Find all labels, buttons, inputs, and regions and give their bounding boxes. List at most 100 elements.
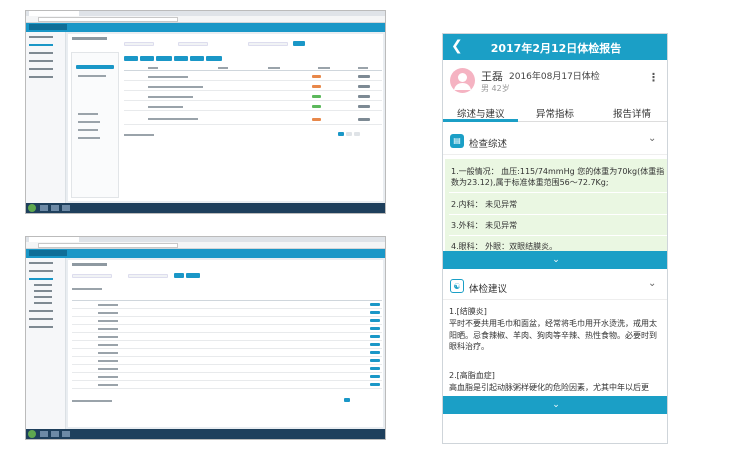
row-action-button[interactable] (370, 335, 380, 338)
sidebar-item[interactable] (29, 36, 53, 38)
row-action-button[interactable] (370, 383, 380, 386)
table-header-cell (268, 67, 280, 69)
taskbar-app-icon[interactable] (51, 431, 59, 437)
table-cell (148, 106, 183, 108)
row-action-button[interactable] (370, 319, 380, 322)
expand-advice-button[interactable]: ⌄ (443, 396, 667, 414)
chevron-down-icon: ⌄ (552, 400, 560, 410)
row-action-button[interactable] (358, 105, 370, 108)
url-input[interactable] (38, 243, 178, 248)
taskbar-app-icon[interactable] (62, 431, 70, 437)
table-row (124, 90, 382, 91)
filter-input[interactable] (128, 274, 168, 278)
pagination-page[interactable] (338, 132, 344, 136)
sidebar-item[interactable] (29, 270, 53, 272)
url-input[interactable] (38, 17, 178, 22)
status-badge (312, 95, 321, 98)
row-action-button[interactable] (370, 375, 380, 378)
toolbar-button[interactable] (206, 56, 222, 61)
chevron-down-icon[interactable]: ⌄ (648, 278, 656, 289)
taskbar-app-icon[interactable] (40, 431, 48, 437)
row-action-button[interactable] (370, 303, 380, 306)
tree-item[interactable] (78, 137, 100, 139)
taskbar (26, 429, 385, 439)
advice-section-header[interactable]: ☯ 体检建议 ⌄ (443, 274, 667, 300)
filter-input[interactable] (72, 274, 112, 278)
desktop-screenshot-exam-records (25, 10, 386, 214)
tree-item[interactable] (78, 129, 98, 131)
row-action-button[interactable] (370, 327, 380, 330)
table-header-cell (218, 67, 228, 69)
app-logo (29, 250, 67, 256)
sidebar-subitem[interactable] (34, 296, 52, 298)
sidebar-subitem[interactable] (34, 290, 52, 292)
table-row (72, 316, 382, 317)
pagination-page[interactable] (354, 132, 360, 136)
row-action-button[interactable] (370, 367, 380, 370)
tab-details[interactable]: 报告详情 (613, 106, 651, 120)
taskbar-app-icon[interactable] (51, 205, 59, 211)
app-header (26, 249, 385, 258)
start-icon[interactable] (28, 204, 36, 212)
tab-summary[interactable]: 综述与建议 (457, 106, 505, 120)
row-action-button[interactable] (370, 351, 380, 354)
row-action-button[interactable] (358, 95, 370, 98)
sidebar-item[interactable] (29, 318, 53, 320)
expand-summary-button[interactable]: ⌄ (443, 251, 667, 269)
tree-item[interactable] (78, 121, 100, 123)
sidebar-item[interactable] (29, 52, 53, 54)
table-row (72, 372, 382, 373)
page-title (72, 37, 107, 40)
search-button[interactable] (174, 273, 184, 278)
row-action-button[interactable] (358, 118, 370, 121)
report-title: 2017年2月12日体检报告 (490, 42, 622, 55)
row-action-button[interactable] (370, 359, 380, 362)
start-icon[interactable] (28, 430, 36, 438)
row-action-button[interactable] (370, 343, 380, 346)
reset-button[interactable] (186, 273, 200, 278)
toolbar-button[interactable] (190, 56, 204, 61)
sidebar-subitem[interactable] (34, 284, 52, 286)
table-row (72, 332, 382, 333)
toolbar-button[interactable] (156, 56, 172, 61)
date-input[interactable] (248, 42, 288, 46)
tree-item-active[interactable] (76, 65, 114, 69)
advice-section-title: 体检建议 (469, 284, 508, 295)
toolbar-button[interactable] (174, 56, 188, 61)
vertical-ellipsis-icon[interactable]: ⋮ (648, 71, 659, 84)
summary-section-header[interactable]: ▤ 检查综述 ⌄ (443, 129, 667, 155)
table-header-cell (148, 67, 158, 69)
sidebar-item-active[interactable] (29, 44, 53, 46)
taskbar-app-icon[interactable] (62, 205, 70, 211)
row-action-button[interactable] (370, 311, 380, 314)
search-button[interactable] (293, 41, 305, 46)
table-row (124, 110, 382, 111)
table-row (72, 356, 382, 357)
sidebar-item[interactable] (29, 326, 53, 328)
sidebar-item[interactable] (29, 262, 53, 264)
sidebar-item[interactable] (29, 60, 53, 62)
table-row (72, 364, 382, 365)
sidebar-item-active[interactable] (29, 278, 53, 280)
toolbar-button[interactable] (124, 56, 138, 61)
pagination-page[interactable] (346, 132, 352, 136)
pagination-page[interactable] (344, 398, 350, 402)
filter-input[interactable] (124, 42, 154, 46)
taskbar-app-icon[interactable] (40, 205, 48, 211)
summary-content: 1.一般情况： 血压:115/74mmHg 您的体重为70kg(体重指数为23.… (445, 159, 667, 254)
row-action-button[interactable] (358, 85, 370, 88)
tree-item[interactable] (78, 75, 106, 77)
browser-address-bar (26, 242, 385, 249)
sidebar-item[interactable] (29, 310, 53, 312)
pagination-summary (124, 134, 154, 136)
sidebar-item[interactable] (29, 76, 53, 78)
mobile-report-screen: ❮ 2017年2月12日体检报告 王磊 2016年08月17日体检 男 42岁 … (442, 33, 668, 444)
chevron-down-icon[interactable]: ⌄ (648, 133, 656, 144)
sidebar-subitem[interactable] (34, 302, 52, 304)
filter-input[interactable] (178, 42, 208, 46)
sidebar-item[interactable] (29, 68, 53, 70)
tree-item[interactable] (78, 113, 98, 115)
row-action-button[interactable] (358, 75, 370, 78)
tab-abnormal[interactable]: 异常指标 (536, 106, 574, 120)
toolbar-button[interactable] (140, 56, 154, 61)
